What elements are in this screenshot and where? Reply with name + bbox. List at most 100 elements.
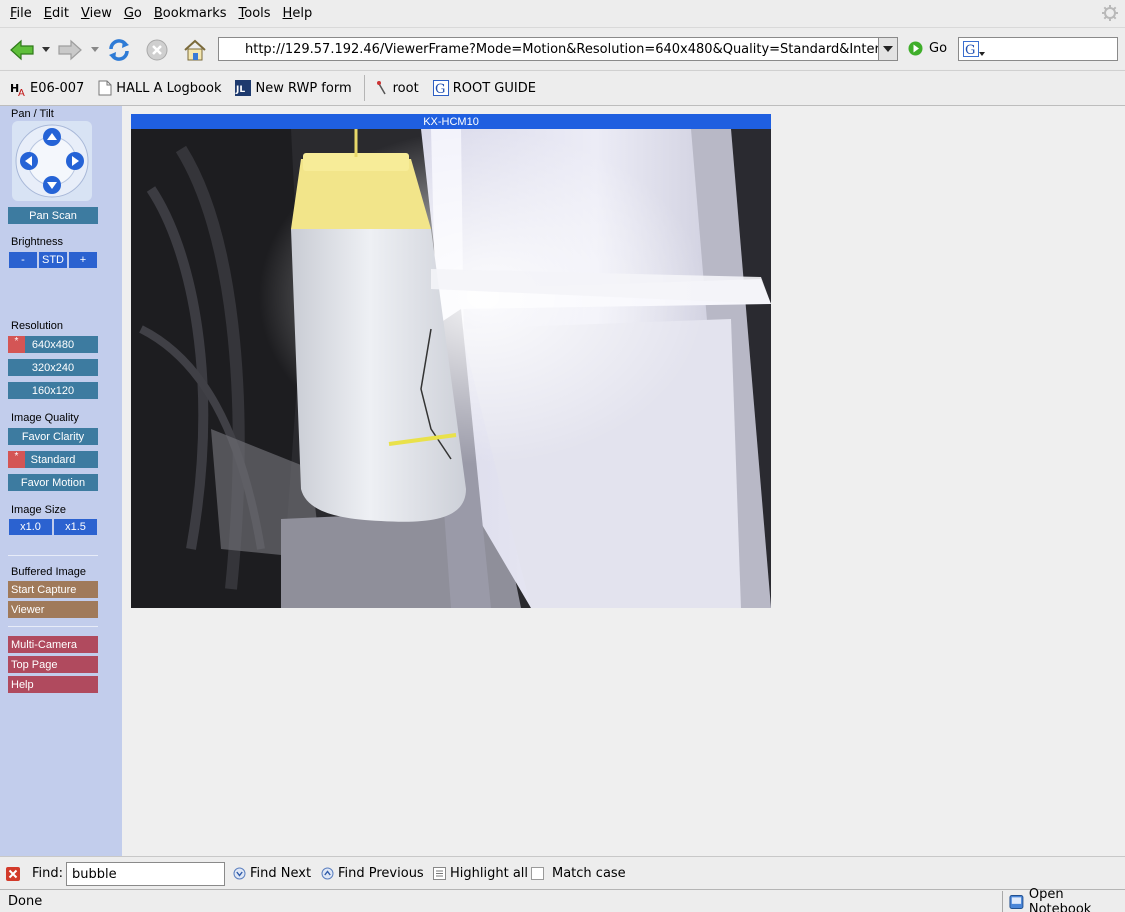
find-bar: Find: Find Next Find Previous Highlight … — [0, 856, 1125, 889]
size-x1-5-button[interactable]: x1.5 — [54, 519, 97, 535]
forward-dropdown-icon[interactable] — [91, 47, 99, 53]
resolution-label: Resolution — [11, 320, 63, 332]
pan-up-icon[interactable] — [43, 128, 61, 146]
find-label: Find: — [32, 866, 64, 881]
resolution-640x480-button[interactable]: * 640x480 — [8, 336, 98, 353]
go-icon — [908, 41, 923, 56]
find-previous-button[interactable]: Find Previous — [321, 866, 424, 881]
url-history-dropdown[interactable] — [878, 37, 898, 61]
g-icon: G — [432, 80, 449, 96]
pan-scan-button[interactable]: Pan Scan — [8, 207, 98, 224]
hall-icon: H A — [10, 82, 25, 96]
highlight-all-button[interactable]: Highlight all — [433, 866, 528, 881]
selected-mark: * — [8, 336, 25, 353]
svg-text:JL: JL — [235, 85, 245, 95]
bookmark-e06-007[interactable]: H A E06-007 — [10, 80, 84, 97]
notebook-icon — [1009, 894, 1024, 909]
menu-file[interactable]: File — [4, 0, 38, 27]
resolution-160x120-button[interactable]: 160x120 — [8, 382, 98, 399]
svg-text:G: G — [435, 82, 445, 96]
help-button[interactable]: Help — [8, 676, 98, 693]
selected-mark: * — [8, 451, 25, 468]
bookmark-root-guide[interactable]: G ROOT GUIDE — [432, 80, 536, 96]
open-notebook-button[interactable]: Open Notebook — [1002, 887, 1123, 912]
quality-favor-motion-button[interactable]: Favor Motion — [8, 474, 98, 491]
menu-edit[interactable]: Edit — [38, 0, 75, 27]
stop-button[interactable] — [143, 36, 171, 64]
camera-title-bar: KX-HCM10 — [131, 114, 771, 129]
back-arrow-icon — [10, 39, 34, 61]
image-quality-label: Image Quality — [11, 412, 79, 424]
jl-icon: JL — [235, 80, 252, 96]
url-bar[interactable] — [218, 37, 898, 61]
menu-tools[interactable]: Tools — [233, 0, 277, 27]
pan-tilt-pad — [12, 121, 92, 201]
menu-view[interactable]: View — [75, 0, 118, 27]
close-find-icon[interactable] — [6, 867, 20, 881]
viewer-button[interactable]: Viewer — [8, 601, 98, 618]
resolution-320x240-button[interactable]: 320x240 — [8, 359, 98, 376]
back-dropdown-icon[interactable] — [42, 47, 50, 53]
home-button[interactable] — [181, 36, 209, 64]
arrow-up-circle-icon — [321, 867, 334, 880]
pan-down-icon[interactable] — [43, 176, 61, 194]
sidebar-divider — [8, 555, 98, 556]
status-bar: Done Open Notebook — [0, 887, 1125, 912]
match-case-label: Match case — [552, 866, 626, 881]
go-label: Go — [929, 41, 948, 56]
menu-go[interactable]: Go — [118, 0, 148, 27]
top-page-button[interactable]: Top Page — [8, 656, 98, 673]
forward-button[interactable] — [56, 36, 84, 64]
find-input[interactable] — [66, 862, 225, 886]
brightness-plus-button[interactable]: + — [69, 252, 97, 268]
reload-button[interactable] — [105, 36, 133, 64]
start-capture-button[interactable]: Start Capture — [8, 581, 98, 598]
bookmark-separator — [363, 75, 365, 101]
menu-help[interactable]: Help — [277, 0, 319, 27]
pan-left-icon[interactable] — [20, 152, 38, 170]
root-icon — [376, 81, 386, 95]
bookmarks-toolbar: H A E06-007 HALL A Logbook JL New RWP fo… — [0, 70, 1125, 106]
menu-bookmarks[interactable]: Bookmarks — [148, 0, 233, 27]
buffered-image-label: Buffered Image — [11, 566, 87, 578]
bookmark-hall-a-logbook[interactable]: HALL A Logbook — [98, 80, 221, 96]
multi-camera-button[interactable]: Multi-Camera — [8, 636, 98, 653]
bookmark-root[interactable]: root — [375, 80, 419, 96]
quality-standard-button[interactable]: * Standard — [8, 451, 98, 468]
menu-bar: File Edit View Go Bookmarks Tools Help — [0, 0, 1125, 27]
pan-tilt-label: Pan / Tilt — [11, 108, 54, 120]
throbber-icon — [1102, 5, 1118, 21]
match-case-checkbox[interactable] — [531, 867, 544, 880]
page-content: Pan / Tilt Pan Scan Brightness - STD + R… — [0, 106, 1125, 856]
quality-favor-clarity-button[interactable]: Favor Clarity — [8, 428, 98, 445]
pan-right-icon[interactable] — [66, 152, 84, 170]
brightness-minus-button[interactable]: - — [9, 252, 37, 268]
brightness-std-button[interactable]: STD — [39, 252, 67, 268]
image-size-label: Image Size — [11, 504, 67, 516]
camera-sidebar: Pan / Tilt Pan Scan Brightness - STD + R… — [0, 106, 122, 856]
bookmark-new-rwp-form[interactable]: JL New RWP form — [235, 80, 352, 96]
camera-title: KX-HCM10 — [423, 115, 479, 128]
stop-icon — [146, 39, 168, 61]
highlight-icon — [433, 867, 446, 880]
size-x1-0-button[interactable]: x1.0 — [9, 519, 52, 535]
search-box[interactable]: G — [958, 37, 1118, 61]
page-icon — [98, 80, 112, 96]
go-button[interactable]: Go — [908, 41, 947, 56]
home-icon — [184, 39, 206, 61]
svg-text:G: G — [965, 43, 975, 58]
svg-text:A: A — [18, 88, 25, 96]
back-button[interactable] — [8, 36, 36, 64]
chevron-down-icon — [883, 45, 893, 52]
arrow-down-circle-icon — [233, 867, 246, 880]
reload-icon — [109, 39, 129, 61]
navigation-toolbar: Go G — [0, 27, 1125, 69]
brightness-label: Brightness — [11, 236, 63, 248]
sidebar-divider — [8, 626, 98, 627]
status-text: Done — [8, 894, 43, 909]
forward-arrow-icon — [58, 39, 82, 61]
camera-feed-image — [131, 129, 771, 608]
url-input[interactable] — [219, 39, 879, 59]
google-search-icon: G — [963, 41, 985, 58]
find-next-button[interactable]: Find Next — [233, 866, 311, 881]
